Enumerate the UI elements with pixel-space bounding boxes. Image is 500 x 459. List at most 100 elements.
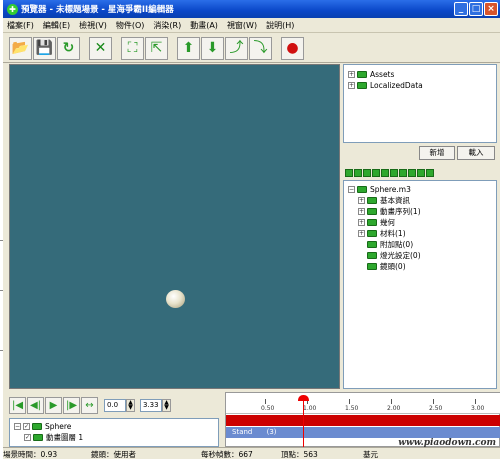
delete-icon: ✕ [94, 40, 107, 56]
tree-item-label: 鏡頭(0) [380, 262, 406, 271]
expand-icon[interactable]: + [358, 208, 365, 215]
status-elements: 基元 [363, 450, 378, 459]
add-icon[interactable] [372, 168, 380, 177]
left-edge-mark [0, 290, 3, 291]
add-icon[interactable] [363, 168, 371, 177]
collapse-icon[interactable]: − [348, 186, 355, 193]
record-button[interactable]: ● [281, 36, 304, 60]
open-button[interactable]: 📂 [9, 36, 32, 60]
step-forward-icon: |▶ [65, 400, 78, 411]
tree-item-cameras[interactable]: 鏡頭(0) [348, 261, 496, 272]
layer-tree[interactable]: − ✓ Sphere ✓ 動畫圖層 1 [9, 418, 219, 447]
arrow-down-icon: ⬇ [206, 40, 219, 56]
tree-item-sequences[interactable]: + 動畫序列(1) [348, 206, 496, 217]
play-button[interactable]: ▶ [45, 397, 62, 414]
menu-render[interactable]: 消染(R) [153, 20, 181, 31]
tree-item-label: LocalizedData [370, 81, 423, 90]
camera-button[interactable]: ⇱ [145, 36, 168, 60]
end-time-field[interactable]: 3.33 [140, 399, 162, 412]
expand-icon[interactable]: + [358, 230, 365, 237]
folder-icon [357, 71, 367, 78]
step-forward-button[interactable]: |▶ [63, 397, 80, 414]
step-back-icon: ◀| [29, 400, 42, 411]
save-icon: 💾 [35, 40, 54, 56]
step-back-button[interactable]: ◀| [27, 397, 44, 414]
maximize-button[interactable]: □ [469, 2, 483, 16]
attach-icon[interactable] [390, 168, 398, 177]
start-time-field[interactable]: 0.0 [104, 399, 126, 412]
export-button[interactable]: ⤴ [225, 36, 248, 60]
camera-icon: ⇱ [150, 40, 163, 56]
layer-row[interactable]: ✓ 動畫圖層 1 [14, 432, 218, 443]
link-icon[interactable] [399, 168, 407, 177]
timeline-track[interactable] [226, 415, 500, 426]
tree-item-lights[interactable]: 燈光設定(0) [348, 250, 496, 261]
right-panel: + Assets + LocalizedData 新增 載入 − Sphere.… [343, 64, 500, 389]
tick-label: 1.00 [303, 399, 317, 412]
tree-item-basic-info[interactable]: + 基本資訊 [348, 195, 496, 206]
tree-item-label: 基本資訊 [380, 196, 410, 205]
expand-icon[interactable]: + [358, 219, 365, 226]
menu-animation[interactable]: 動畫(A) [190, 20, 218, 31]
play-icon[interactable] [345, 168, 353, 177]
camera-icon[interactable] [408, 168, 416, 177]
refresh-icon[interactable] [426, 168, 434, 177]
expand-icon[interactable]: + [348, 71, 355, 78]
menu-bar: 檔案(F) 編輯(E) 檢視(V) 物件(O) 消染(R) 動畫(A) 視窗(W… [3, 19, 500, 33]
delete-button[interactable]: ✕ [89, 36, 112, 60]
component-tree[interactable]: − Sphere.m3 + 基本資訊 + 動畫序列(1) + 幾何 + 材料(1… [343, 180, 497, 389]
load-button[interactable]: 載入 [457, 146, 495, 160]
time-ruler[interactable]: 0.50 1.00 1.50 2.00 2.50 3.00 [226, 393, 500, 414]
play-icon: ▶ [49, 400, 58, 411]
loop-icon: ↔ [85, 400, 94, 411]
left-edge-mark [0, 240, 3, 241]
menu-window[interactable]: 視窗(W) [227, 20, 257, 31]
reload-button[interactable]: ↻ [57, 36, 80, 60]
sphere-model[interactable] [166, 290, 185, 308]
arrow-up-icon: ⬆ [182, 40, 195, 56]
open-icon: 📂 [11, 40, 30, 56]
first-frame-button[interactable]: |◀ [9, 397, 26, 414]
playhead-handle[interactable] [298, 395, 309, 401]
close-button[interactable]: × [484, 2, 498, 16]
checkbox-checked-icon[interactable]: ✓ [24, 434, 31, 441]
move-up-button[interactable]: ⬆ [177, 36, 200, 60]
menu-edit[interactable]: 編輯(E) [43, 20, 70, 31]
menu-object[interactable]: 物件(O) [116, 20, 145, 31]
expand-icon[interactable]: + [358, 197, 365, 204]
tree-item-geometry[interactable]: + 幾何 [348, 217, 496, 228]
status-scene-time: 場景時間：0.93 [3, 450, 58, 459]
tree-root[interactable]: − Sphere.m3 [348, 184, 496, 195]
move-down-button[interactable]: ⬇ [201, 36, 224, 60]
layer-object-row[interactable]: − ✓ Sphere [14, 421, 218, 432]
new-button[interactable]: 新增 [419, 146, 455, 160]
start-time-spinner[interactable]: ▲ ▼ [126, 399, 135, 412]
paint-icon[interactable] [417, 168, 425, 177]
tick-label: 2.50 [429, 399, 443, 412]
light-icon[interactable] [381, 168, 389, 177]
fit-view-button[interactable]: ⛶ [121, 36, 144, 60]
menu-file[interactable]: 檔案(F) [7, 20, 34, 31]
collapse-icon[interactable]: − [14, 423, 21, 430]
animation-clip[interactable]: Stand (3) [226, 427, 500, 438]
object-icon [32, 423, 42, 430]
tree-item-materials[interactable]: + 材料(1) [348, 228, 496, 239]
menu-view[interactable]: 檢視(V) [79, 20, 107, 31]
main-toolbar: 📂 💾 ↻ ✕ ⛶ ⇱ ⬆ ⬇ ⤴ ⤵ ● [3, 34, 500, 63]
minimize-button[interactable]: _ [454, 2, 468, 16]
3d-viewport[interactable] [9, 64, 340, 389]
assets-tree[interactable]: + Assets + LocalizedData [343, 64, 497, 143]
add-icon[interactable] [354, 168, 362, 177]
loop-button[interactable]: ↔ [81, 397, 98, 414]
tree-item-localizeddata[interactable]: + LocalizedData [348, 80, 496, 91]
title-bar[interactable]: ✚ 預覽器 - 未標題場景 - 星海爭霸II編輯器 _ □ × [3, 0, 500, 18]
tree-item-assets[interactable]: + Assets [348, 69, 496, 80]
menu-help[interactable]: 說明(H) [266, 20, 294, 31]
tree-item-attachments[interactable]: 附加點(0) [348, 239, 496, 250]
end-time-spinner[interactable]: ▲ ▼ [162, 399, 171, 412]
expand-icon[interactable]: + [348, 82, 355, 89]
save-button[interactable]: 💾 [33, 36, 56, 60]
import-button[interactable]: ⤵ [249, 36, 272, 60]
skip-start-icon: |◀ [11, 400, 24, 411]
checkbox-checked-icon[interactable]: ✓ [23, 423, 30, 430]
